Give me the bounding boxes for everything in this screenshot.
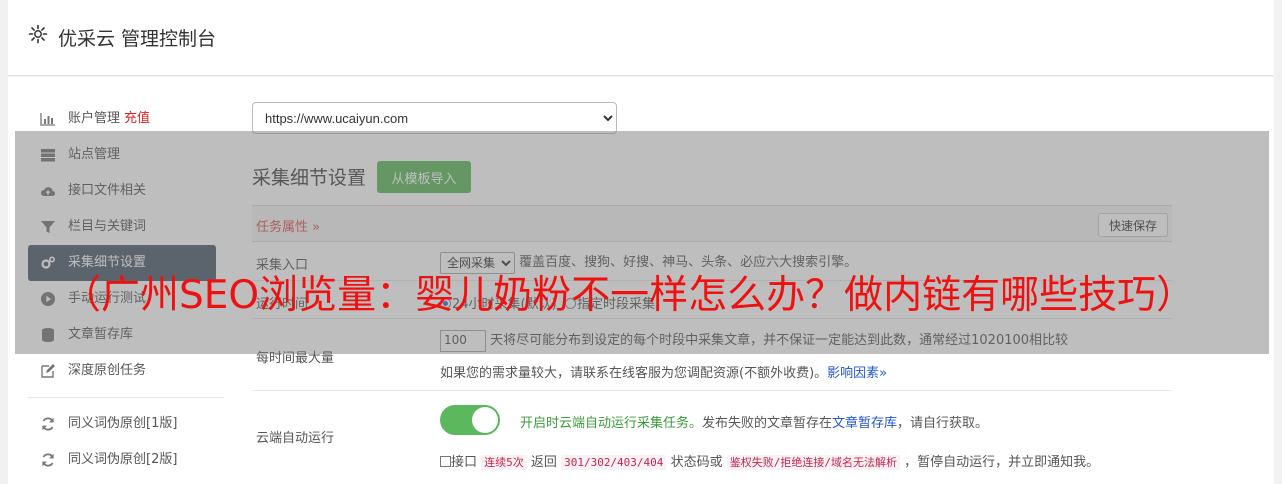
refresh-icon [42, 417, 54, 431]
toggle-knob [472, 407, 498, 433]
site-select[interactable]: https://www.ucaiyun.com [252, 102, 617, 134]
sidebar-item-synonym-v2[interactable]: 同义词伪原创[2版] [28, 442, 228, 478]
bar-chart-icon [40, 113, 55, 126]
cloud-pause-option: 接口 连续5次 返回 301/302/403/404 状态码或 鉴权失败/拒绝连… [440, 451, 1099, 470]
code-consecutive: 连续5次 [481, 455, 527, 470]
gear-icon [28, 24, 48, 44]
code-status: 301/302/403/404 [561, 455, 667, 470]
row-hint: 如果您的需求量较大，请联系在线客服为您调配资源(不额外收费)。影响因素» [440, 362, 887, 381]
cloud-desc-1: 发布失败的文章暂存在 [702, 416, 833, 431]
code-errors: 鉴权失败/拒绝连接/域名无法解析 [726, 455, 900, 470]
pause-text-2: 状态码或 [670, 455, 723, 470]
image-overlay [15, 131, 1269, 354]
cloud-desc-2: ，请自行获取。 [897, 416, 989, 431]
influence-factors-link[interactable]: 影响因素 [827, 366, 879, 381]
edit-icon [41, 364, 55, 378]
pause-label: 接口 [451, 455, 478, 470]
max-count-hint: 如果您的需求量较大，请联系在线客服为您调配资源(不额外收费)。 [440, 366, 828, 381]
sidebar-item-label: 同义词伪原创[1版] [68, 416, 178, 431]
sidebar-item-label: 深度原创任务 [68, 363, 147, 378]
chevron-down-icon: » [879, 366, 888, 381]
sidebar-item-label: 账户管理 [68, 111, 121, 126]
pause-text-1: 返回 [530, 455, 557, 470]
recharge-link[interactable]: 充值 [124, 111, 150, 126]
cloud-toggle-text: 开启时云端自动运行采集任务。 [520, 416, 703, 431]
page-title: 优采云 管理控制台 [58, 28, 217, 50]
sidebar-item-deep-original[interactable]: 深度原创任务 [28, 353, 228, 389]
pause-checkbox[interactable] [440, 456, 451, 467]
overlay-title: （广州SEO浏览量：婴儿奶粉不一样怎么办？做内链有哪些技巧） [62, 273, 1196, 318]
sidebar-item-label: 同义词伪原创[2版] [68, 452, 178, 467]
pause-text-3: ，暂停自动运行，并立即通知我。 [904, 455, 1100, 470]
top-bar: 优采云 管理控制台 [8, 0, 1274, 76]
cloud-auto-run-toggle[interactable] [440, 405, 500, 435]
refresh-icon [42, 453, 54, 467]
sidebar-divider [28, 397, 224, 398]
article-store-link[interactable]: 文章暂存库 [832, 416, 897, 431]
sidebar-item-synonym-v1[interactable]: 同义词伪原创[1版] [28, 406, 228, 442]
cloud-desc: 开启时云端自动运行采集任务。发布失败的文章暂存在文章暂存库，请自行获取。 [520, 412, 988, 431]
row-label: 云端自动运行 [256, 431, 335, 446]
row-cloud-auto-run: 云端自动运行 开启时云端自动运行采集任务。发布失败的文章暂存在文章暂存库，请自行… [252, 391, 1172, 484]
